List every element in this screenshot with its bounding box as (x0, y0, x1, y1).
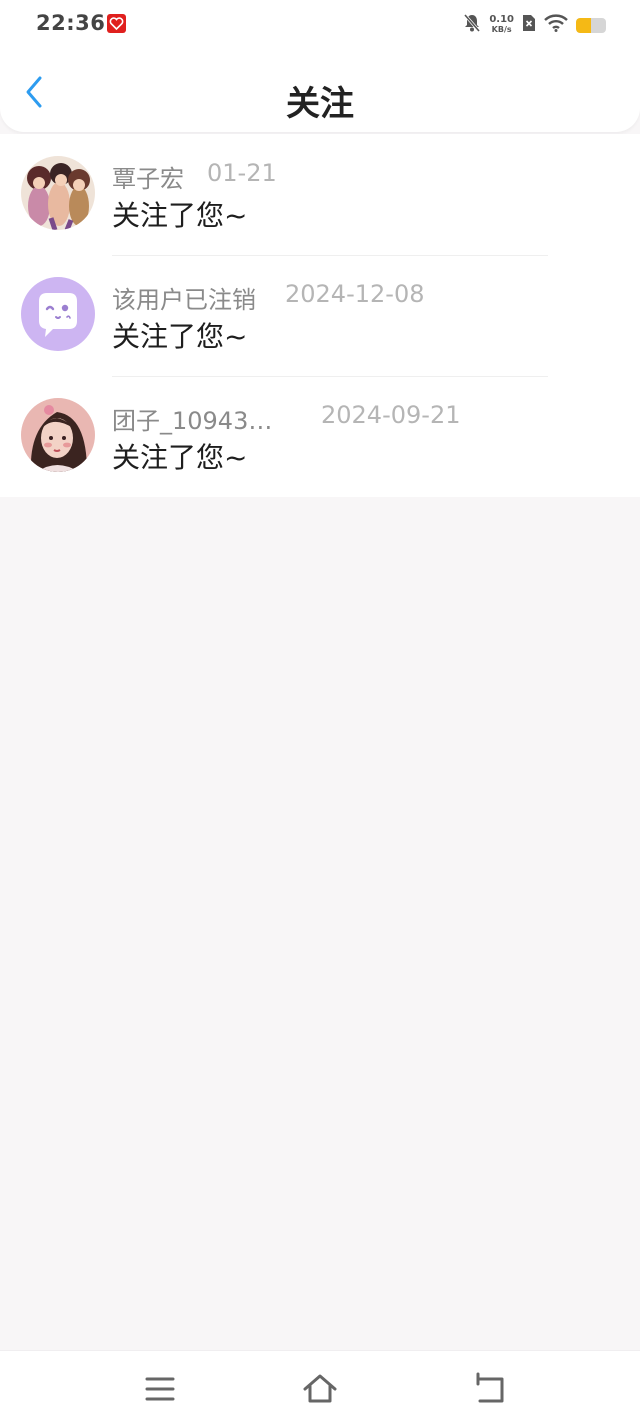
sim-disabled-icon (522, 14, 536, 36)
net-speed-unit: KB/s (491, 25, 512, 34)
item-name: 团子_10943… (112, 407, 273, 435)
item-date: 2024-09-21 (321, 401, 461, 429)
red-heart-app-icon (107, 14, 126, 33)
net-speed-value: 0.10 (489, 14, 514, 25)
bell-muted-icon (463, 13, 481, 37)
item-message: 关注了您~ (112, 441, 248, 474)
item-date: 01-21 (207, 159, 277, 187)
item-message: 关注了您~ (112, 320, 248, 353)
system-back-button[interactable] (472, 1371, 508, 1407)
menu-button[interactable] (142, 1371, 178, 1407)
avatar[interactable] (21, 277, 95, 351)
list-item[interactable]: 覃子宏 01-21 关注了您~ (0, 134, 640, 255)
deleted-user-avatar (21, 277, 95, 351)
home-icon (303, 1374, 337, 1403)
anime-group-avatar (21, 156, 95, 230)
battery-icon (576, 17, 606, 33)
girl-portrait-avatar (21, 398, 95, 472)
avatar[interactable] (21, 398, 95, 472)
back-icon (476, 1372, 504, 1403)
status-time: 22:36 (36, 11, 106, 35)
page-title: 关注 (286, 84, 354, 124)
item-name: 覃子宏 (112, 165, 184, 193)
net-speed: 0.10 KB/s (489, 15, 514, 35)
item-name: 该用户已注销 (112, 286, 256, 314)
home-button[interactable] (302, 1371, 338, 1407)
menu-icon (145, 1377, 175, 1401)
item-message: 关注了您~ (112, 199, 248, 232)
status-bar: 22:36 0.10 KB/s (0, 0, 640, 50)
item-date: 2024-12-08 (285, 280, 425, 308)
list-item[interactable]: 团子_10943… 2024-09-21 关注了您~ (0, 376, 640, 497)
follower-list: 覃子宏 01-21 关注了您~ 该用户已注销 2024-12-08 关注了您~ (0, 134, 640, 497)
battery-level (576, 17, 591, 33)
status-icons: 0.10 KB/s (463, 12, 606, 38)
avatar[interactable] (21, 156, 95, 230)
header: 关注 (0, 50, 640, 132)
wifi-icon (544, 14, 568, 36)
list-item[interactable]: 该用户已注销 2024-12-08 关注了您~ (0, 255, 640, 376)
system-nav-bar (0, 1350, 640, 1427)
